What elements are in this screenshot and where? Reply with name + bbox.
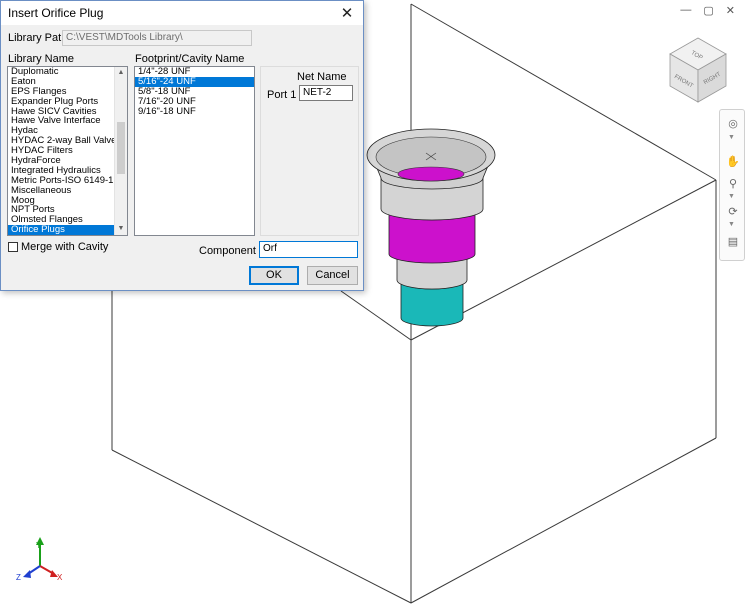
scroll-down-icon[interactable]: ▼: [115, 223, 127, 235]
steering-wheel-icon[interactable]: ◎: [724, 116, 742, 132]
restore-icon[interactable]: ▢: [703, 4, 713, 17]
scroll-thumb[interactable]: [117, 122, 125, 174]
insert-orifice-plug-dialog: Insert Orifice Plug ✕ Library Path C:\VE…: [0, 0, 364, 291]
ok-button[interactable]: OK: [249, 266, 299, 285]
orifice-plug-model[interactable]: [366, 128, 496, 327]
cancel-button[interactable]: Cancel: [307, 266, 358, 285]
port-1-net-input[interactable]: NET-2: [299, 85, 353, 101]
minimize-icon[interactable]: —: [680, 4, 691, 17]
close-icon[interactable]: ✕: [337, 4, 357, 22]
axis-triad: Y X Z: [16, 537, 63, 582]
library-name-label: Library Name: [8, 53, 75, 65]
axis-y-label: Y: [36, 541, 42, 550]
footprint-list-item[interactable]: 9/16"-18 UNF: [135, 106, 254, 117]
merge-with-cavity-label: Merge with Cavity: [21, 241, 109, 253]
library-list-item[interactable]: Orifice Plugs: [8, 225, 127, 235]
merge-with-cavity-checkbox[interactable]: [8, 242, 18, 252]
axis-x-label: X: [57, 573, 63, 582]
axis-z-label: Z: [16, 573, 21, 582]
zoom-icon[interactable]: ⚲: [724, 176, 742, 192]
chevron-down-icon[interactable]: ▼: [728, 193, 735, 200]
scroll-up-icon[interactable]: ▲: [115, 67, 127, 79]
library-path-label: Library Path: [8, 32, 68, 44]
view-cube[interactable]: TOP FRONT RIGHT: [669, 37, 727, 103]
chevron-down-icon[interactable]: ▼: [728, 221, 735, 228]
orbit-icon[interactable]: ⟳: [724, 204, 742, 220]
dialog-titlebar[interactable]: Insert Orifice Plug ✕: [1, 1, 363, 25]
chevron-down-icon[interactable]: ▼: [728, 134, 735, 141]
library-name-list[interactable]: Duplomatic Eaton EPS Flanges Expander Plug …: [7, 66, 128, 236]
dialog-title: Insert Orifice Plug: [8, 6, 104, 20]
pan-icon[interactable]: ✋: [724, 154, 742, 170]
viewport-window-controls: — ▢ ✕: [680, 4, 735, 17]
net-name-header: Net Name: [297, 71, 347, 83]
library-list-scrollbar[interactable]: ▲ ▼: [114, 67, 127, 235]
component-id-input[interactable]: Orf: [259, 241, 358, 258]
port-1-label: Port 1: [267, 89, 297, 101]
footprint-cavity-list[interactable]: 1/4"-28 UNF 5/16"-24 UNF 5/8"-18 UNF 7/16"-…: [134, 66, 255, 236]
showmotion-icon[interactable]: ▤: [724, 234, 742, 250]
footprint-label: Footprint/Cavity Name: [135, 53, 245, 65]
library-path-field: C:\VEST\MDTools Library\: [62, 30, 252, 46]
close-icon[interactable]: ✕: [726, 4, 735, 17]
navigation-bar: ◎ ▼ ✋ ⚲ ▼ ⟳ ▼ ▤: [719, 109, 745, 261]
